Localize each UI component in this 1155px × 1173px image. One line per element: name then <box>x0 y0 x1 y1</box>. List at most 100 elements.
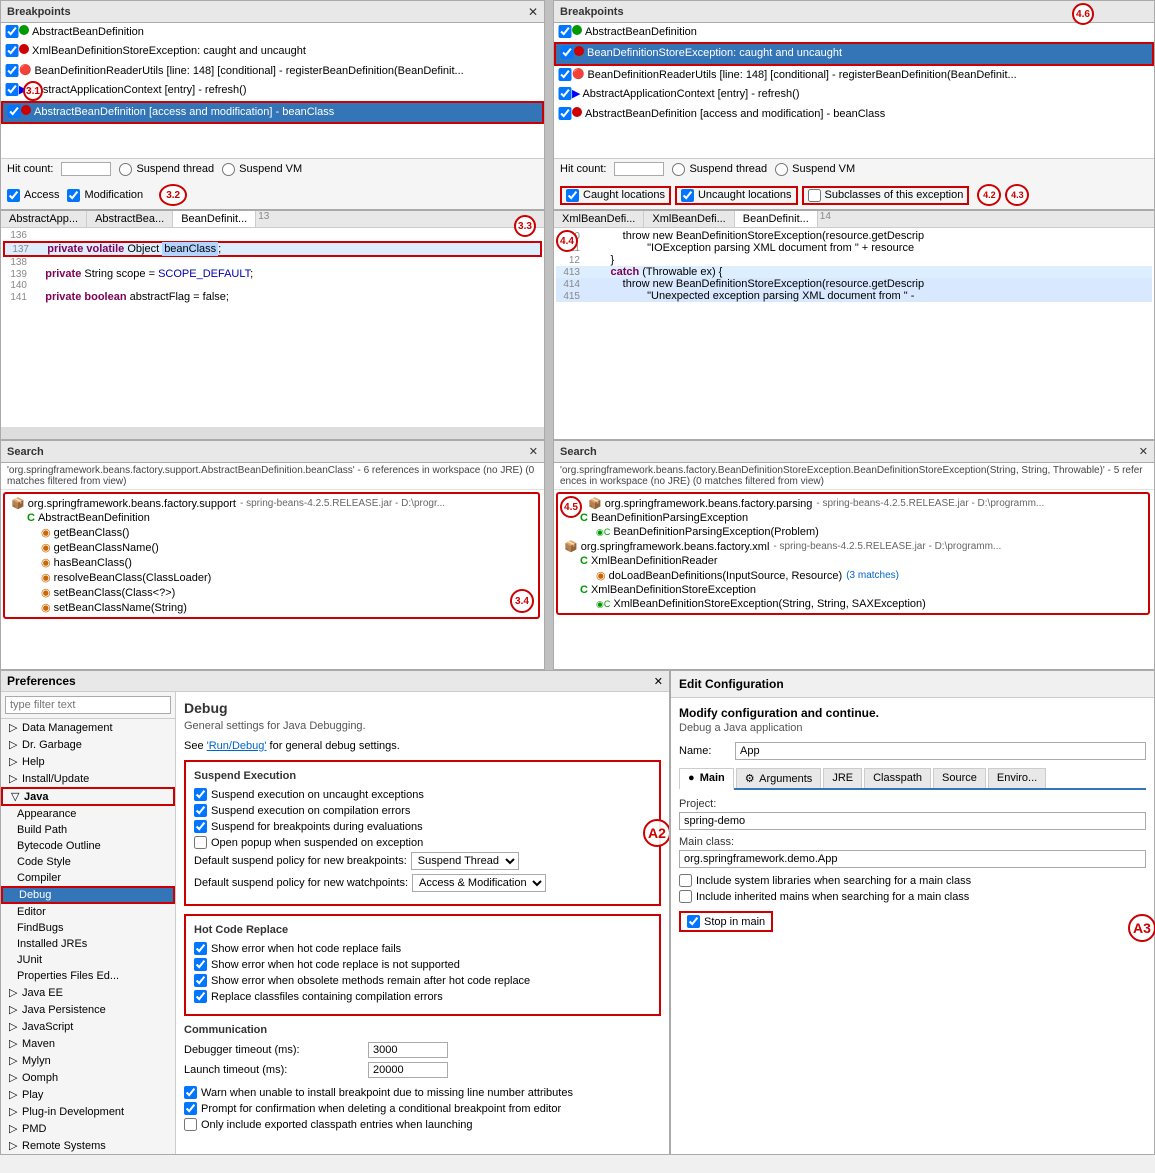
hcr-error-obsolete-checkbox[interactable] <box>194 974 207 987</box>
watch-policy-select[interactable]: Access & Modification Access Modificatio… <box>412 874 546 892</box>
bp-item[interactable]: 🔴BeanDefinitionReaderUtils [line: 148] [… <box>554 66 1154 85</box>
pref-node-properties-files[interactable]: Properties Files Ed... <box>1 968 175 984</box>
tree-item-method[interactable]: ◉ resolveBeanClass(ClassLoader) <box>7 570 536 585</box>
debugger-timeout-input[interactable] <box>368 1042 448 1058</box>
tree-item-pkg2-r[interactable]: 📦 org.springframework.beans.factory.xml … <box>560 539 1146 554</box>
bp-checkbox[interactable] <box>560 46 574 59</box>
pref-node-play[interactable]: ▷Play <box>1 1086 175 1103</box>
bp-checkbox[interactable] <box>5 83 19 96</box>
tree-item-class[interactable]: C AbstractBeanDefinition <box>7 511 536 525</box>
tree-item-class-r[interactable]: C BeanDefinitionParsingException <box>560 511 1146 525</box>
pref-node-findbugs[interactable]: FindBugs <box>1 920 175 936</box>
bp-item[interactable]: ▶AbstractApplicationContext [entry] - re… <box>554 85 1154 104</box>
suspend-policy-select[interactable]: Suspend Thread Suspend VM <box>411 852 519 870</box>
tree-item-method[interactable]: ◉ setBeanClassName(String) <box>7 600 536 615</box>
bp-checkbox[interactable] <box>558 68 572 81</box>
tree-item-class2-r[interactable]: C XmlBeanDefinitionReader <box>560 554 1146 568</box>
pref-node-appearance[interactable]: Appearance <box>1 806 175 822</box>
pref-node-installed-jres[interactable]: Installed JREs <box>1 936 175 952</box>
bp-checkbox[interactable] <box>5 44 19 57</box>
stop-in-main-checkbox[interactable] <box>687 915 700 928</box>
access-checkbox[interactable] <box>7 189 20 202</box>
close-icon-left[interactable]: ✕ <box>528 5 538 19</box>
open-popup-checkbox[interactable] <box>194 836 207 849</box>
bp-item-selected[interactable]: BeanDefinitionStoreException: caught and… <box>554 42 1154 65</box>
main-class-input[interactable] <box>679 850 1146 868</box>
tab-environ[interactable]: Enviro... <box>988 768 1046 788</box>
tab-abstractbea[interactable]: AbstractBea... <box>87 211 173 227</box>
pref-node-java-ee[interactable]: ▷Java EE <box>1 984 175 1001</box>
bp-item[interactable]: XmlBeanDefinitionStoreException: caught … <box>1 42 544 61</box>
prefs-close[interactable]: ✕ <box>654 675 663 688</box>
pref-node-debug[interactable]: Debug <box>1 886 175 904</box>
tab-source[interactable]: Source <box>933 768 986 788</box>
include-system-libs-checkbox[interactable] <box>679 874 692 887</box>
pref-node-editor[interactable]: Editor <box>1 904 175 920</box>
hcr-error-not-supported-checkbox[interactable] <box>194 958 207 971</box>
suspend-thread-radio-r[interactable] <box>672 163 685 176</box>
bp-checkbox[interactable] <box>558 107 572 120</box>
suspend-thread-radio[interactable] <box>119 163 132 176</box>
tab-jre[interactable]: JRE <box>823 768 862 788</box>
tab-beandefinit[interactable]: BeanDefinit... <box>173 211 256 227</box>
pref-node-dr-garbage[interactable]: ▷Dr. Garbage <box>1 736 175 753</box>
bp-item[interactable]: 🔴BeanDefinitionReaderUtils [line: 148] [… <box>1 62 544 81</box>
subclasses-checkbox[interactable] <box>808 189 821 202</box>
tab-arguments[interactable]: ⚙ Arguments <box>736 768 822 788</box>
only-exported-checkbox[interactable] <box>184 1118 197 1131</box>
tab-abstractapp[interactable]: AbstractApp... <box>1 211 87 227</box>
hit-count-input-r[interactable] <box>614 162 664 176</box>
search-close-right[interactable]: ✕ <box>1139 445 1148 458</box>
pref-node-compiler[interactable]: Compiler <box>1 870 175 886</box>
suspend-vm-radio-r[interactable] <box>775 163 788 176</box>
pref-node-javascript[interactable]: ▷JavaScript <box>1 1018 175 1035</box>
bp-checkbox[interactable] <box>5 25 19 38</box>
pref-node-install-update[interactable]: ▷Install/Update <box>1 770 175 787</box>
tab-main[interactable]: ● Main <box>679 768 734 790</box>
suspend-uncaught-checkbox[interactable] <box>194 788 207 801</box>
pref-node-mylyn[interactable]: ▷Mylyn <box>1 1052 175 1069</box>
prefs-search-input[interactable] <box>5 696 171 714</box>
tab-xmlbeandefi2[interactable]: XmlBeanDefi... <box>644 211 734 227</box>
bp-checkbox[interactable] <box>5 64 19 77</box>
bp-item[interactable]: ▶AbstractApplicationContext [entry] - re… <box>1 81 544 100</box>
modification-checkbox[interactable] <box>67 189 80 202</box>
bp-item[interactable]: AbstractBeanDefinition [access and modif… <box>554 105 1154 124</box>
bp-item[interactable]: AbstractBeanDefinition <box>554 23 1154 42</box>
scrollbar-h[interactable] <box>1 427 544 439</box>
pref-node-remote-systems[interactable]: ▷Remote Systems <box>1 1137 175 1154</box>
hcr-error-fails-checkbox[interactable] <box>194 942 207 955</box>
pref-node-java[interactable]: ▽Java <box>1 787 175 806</box>
tree-item-method[interactable]: ◉ getBeanClassName() <box>7 540 536 555</box>
suspend-vm-radio[interactable] <box>222 163 235 176</box>
pref-node-data-management[interactable]: ▷Data Management <box>1 719 175 736</box>
tree-item-subclass2-r[interactable]: ◉C XmlBeanDefinitionStoreException(Strin… <box>560 597 1146 611</box>
suspend-compilation-checkbox[interactable] <box>194 804 207 817</box>
project-input[interactable] <box>679 812 1146 830</box>
pref-node-help[interactable]: ▷Help <box>1 753 175 770</box>
bp-item-selected[interactable]: AbstractBeanDefinition [access and modif… <box>1 101 544 124</box>
bp-item[interactable]: AbstractBeanDefinition <box>1 23 544 42</box>
tab-xmlbeandefi1[interactable]: XmlBeanDefi... <box>554 211 644 227</box>
pref-node-pmd[interactable]: ▷PMD <box>1 1120 175 1137</box>
pref-node-maven[interactable]: ▷Maven <box>1 1035 175 1052</box>
tree-item-class3-r[interactable]: C XmlBeanDefinitionStoreException <box>560 583 1146 597</box>
prompt-conditional-checkbox[interactable] <box>184 1102 197 1115</box>
tree-item-pkg[interactable]: 📦 org.springframework.beans.factory.supp… <box>7 496 536 511</box>
hit-count-input[interactable] <box>61 162 111 176</box>
pref-node-java-persistence[interactable]: ▷Java Persistence <box>1 1001 175 1018</box>
suspend-breakpoints-checkbox[interactable] <box>194 820 207 833</box>
uncaught-checkbox[interactable] <box>681 189 694 202</box>
include-inherited-mains-checkbox[interactable] <box>679 890 692 903</box>
launch-timeout-input[interactable] <box>368 1062 448 1078</box>
pref-node-oomph[interactable]: ▷Oomph <box>1 1069 175 1086</box>
caught-checkbox[interactable] <box>566 189 579 202</box>
pref-node-build-path[interactable]: Build Path <box>1 822 175 838</box>
hcr-replace-classfiles-checkbox[interactable] <box>194 990 207 1003</box>
bp-checkbox[interactable] <box>558 25 572 38</box>
tab-beandefinit-r[interactable]: BeanDefinit... <box>735 211 818 227</box>
warn-breakpoint-checkbox[interactable] <box>184 1086 197 1099</box>
bp-checkbox[interactable] <box>558 87 572 100</box>
pref-node-plug-in-dev[interactable]: ▷Plug-in Development <box>1 1103 175 1120</box>
tree-item-method[interactable]: ◉ getBeanClass() <box>7 525 536 540</box>
